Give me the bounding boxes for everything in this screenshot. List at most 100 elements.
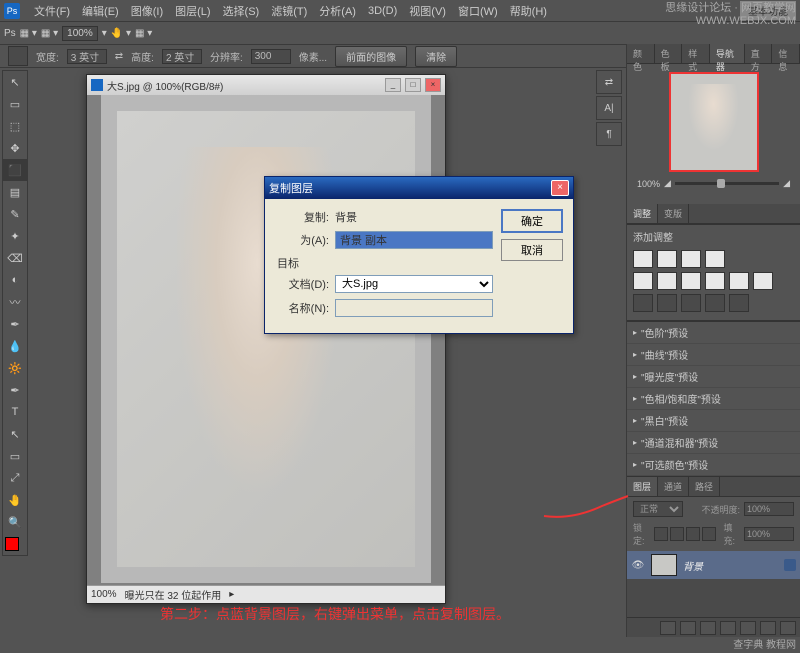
preset-bw[interactable]: "黑白"预设 — [627, 410, 800, 432]
exposure-icon[interactable] — [705, 250, 725, 268]
adjustment-layer-icon[interactable] — [720, 621, 736, 635]
dialog-close-button[interactable]: × — [551, 180, 569, 196]
window-maximize-button[interactable]: □ — [405, 78, 421, 92]
tab-masks[interactable]: 变版 — [658, 204, 689, 223]
layer-group-icon[interactable] — [740, 621, 756, 635]
posterize-icon[interactable] — [657, 294, 677, 312]
eraser-tool[interactable]: 〰 — [3, 291, 27, 313]
hand-tool[interactable]: 🤚 — [3, 489, 27, 511]
lock-position-icon[interactable] — [686, 527, 700, 541]
tab-layers[interactable]: 图层 — [627, 477, 658, 496]
ok-button[interactable]: 确定 — [501, 209, 563, 233]
menu-edit[interactable]: 编辑(E) — [76, 1, 125, 21]
tab-histogram[interactable]: 直方 — [745, 44, 773, 63]
navigator-thumbnail[interactable] — [669, 72, 759, 172]
cancel-button[interactable]: 取消 — [501, 239, 563, 261]
name-input[interactable] — [335, 299, 493, 317]
brightness-icon[interactable] — [633, 250, 653, 268]
tab-swatches[interactable]: 色板 — [655, 44, 683, 63]
doc-zoom[interactable]: 100% — [91, 589, 117, 600]
menu-analysis[interactable]: 分析(A) — [313, 1, 362, 21]
tab-paths[interactable]: 路径 — [689, 477, 720, 496]
clear-button[interactable]: 清除 — [415, 46, 457, 67]
menu-image[interactable]: 图像(I) — [125, 1, 169, 21]
wand-tool[interactable]: ✥ — [3, 137, 27, 159]
nav-zoom-value[interactable]: 100% — [637, 179, 660, 189]
front-image-button[interactable]: 前面的图像 — [335, 46, 407, 67]
tab-info[interactable]: 信息 — [772, 44, 800, 63]
zoom-tool[interactable]: 🔍 — [3, 511, 27, 533]
lasso-tool[interactable]: ⬚ — [3, 115, 27, 137]
curves-icon[interactable] — [681, 250, 701, 268]
window-close-button[interactable]: × — [425, 78, 441, 92]
blend-mode-select[interactable]: 正常 — [633, 501, 683, 517]
hue-icon[interactable] — [657, 272, 677, 290]
shape-tool[interactable]: ▭ — [3, 445, 27, 467]
zoom-input[interactable]: 100% — [62, 26, 98, 41]
photofilter-icon[interactable] — [729, 272, 749, 290]
fill-input[interactable] — [744, 527, 794, 541]
crop-res-input[interactable] — [251, 49, 291, 64]
opacity-input[interactable] — [744, 502, 794, 516]
crop-tool[interactable]: ⬛ — [3, 159, 27, 181]
layer-row[interactable]: 👁 背景 — [627, 551, 800, 579]
preset-curves[interactable]: "曲线"预设 — [627, 344, 800, 366]
menu-help[interactable]: 帮助(H) — [504, 1, 553, 21]
3d-tool[interactable]: ⤢ — [3, 467, 27, 489]
gradientmap-icon[interactable] — [705, 294, 725, 312]
lock-pixels-icon[interactable] — [670, 527, 684, 541]
tab-color[interactable]: 颜色 — [627, 44, 655, 63]
levels-icon[interactable] — [657, 250, 677, 268]
preset-channelmixer[interactable]: "通道混和器"预设 — [627, 432, 800, 454]
grid-icon[interactable]: ▦ ▾ — [135, 28, 152, 39]
document-canvas[interactable] — [101, 95, 431, 583]
history-panel-icon[interactable]: ⇄ — [596, 70, 622, 94]
foreground-color-swatch[interactable] — [5, 537, 19, 551]
pen-tool[interactable]: ✒ — [3, 379, 27, 401]
layer-visibility-icon[interactable]: 👁 — [631, 558, 645, 572]
link-layers-icon[interactable] — [660, 621, 676, 635]
channelmixer-icon[interactable] — [753, 272, 773, 290]
selectivecolor-icon[interactable] — [729, 294, 749, 312]
menu-view[interactable]: 视图(V) — [403, 1, 452, 21]
menu-layer[interactable]: 图层(L) — [169, 1, 216, 21]
history-brush-tool[interactable]: ◐ — [3, 269, 27, 291]
doc-select[interactable]: 大S.jpg — [335, 275, 493, 293]
preset-exposure[interactable]: "曝光度"预设 — [627, 366, 800, 388]
crop-width-input[interactable] — [67, 49, 107, 64]
dodge-tool[interactable]: 🔆 — [3, 357, 27, 379]
menu-select[interactable]: 选择(S) — [217, 1, 266, 21]
menu-3d[interactable]: 3D(D) — [362, 3, 403, 19]
brush-tool[interactable]: ✦ — [3, 225, 27, 247]
character-panel-icon[interactable]: A| — [596, 96, 622, 120]
layer-name[interactable]: 背景 — [683, 558, 778, 573]
hand-icon[interactable]: 🤚 ▾ — [111, 28, 131, 39]
menu-file[interactable]: 文件(F) — [28, 1, 76, 21]
tab-styles[interactable]: 样式 — [682, 44, 710, 63]
document-window[interactable]: 大S.jpg @ 100%(RGB/8#) _ □ × 100% 曝光只在 32… — [86, 74, 446, 604]
threshold-icon[interactable] — [681, 294, 701, 312]
zoom-in-icon[interactable]: ◢ — [783, 178, 790, 189]
tab-channels[interactable]: 通道 — [658, 477, 689, 496]
tool-preset-picker[interactable] — [8, 46, 28, 66]
layer-style-icon[interactable] — [680, 621, 696, 635]
gradient-tool[interactable]: ✒ — [3, 313, 27, 335]
colorbalance-icon[interactable] — [681, 272, 701, 290]
vibrance-icon[interactable] — [633, 272, 653, 290]
marquee-tool[interactable]: ▭ — [3, 93, 27, 115]
preset-selectivecolor[interactable]: "可选颜色"预设 — [627, 454, 800, 476]
swap-icon[interactable]: ⇄ — [115, 51, 123, 62]
type-tool[interactable]: T — [3, 401, 27, 423]
paragraph-panel-icon[interactable]: ¶ — [596, 122, 622, 146]
as-input[interactable] — [335, 231, 493, 249]
invert-icon[interactable] — [633, 294, 653, 312]
eyedropper-tool[interactable]: ▤ — [3, 181, 27, 203]
preset-levels[interactable]: "色阶"预设 — [627, 322, 800, 344]
window-minimize-button[interactable]: _ — [385, 78, 401, 92]
blur-tool[interactable]: 💧 — [3, 335, 27, 357]
zoom-out-icon[interactable]: ◢ — [664, 178, 671, 189]
new-layer-icon[interactable] — [760, 621, 776, 635]
lock-all-icon[interactable] — [702, 527, 716, 541]
stamp-tool[interactable]: ⌫ — [3, 247, 27, 269]
crop-height-input[interactable] — [162, 49, 202, 64]
